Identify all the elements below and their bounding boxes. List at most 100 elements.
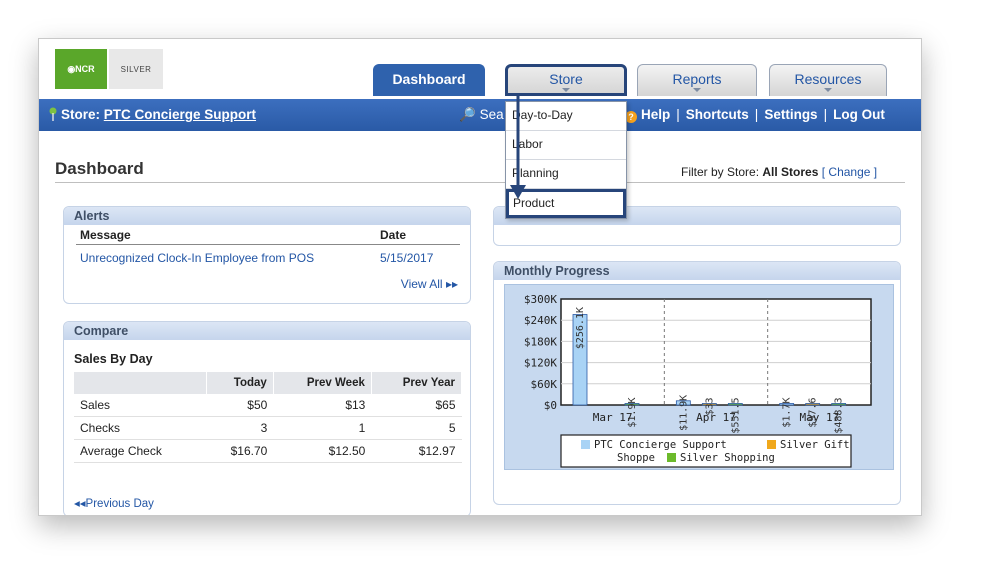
data-label: $551.5 [730, 398, 741, 434]
settings-link[interactable]: Settings [764, 107, 817, 122]
store-nav-bar: Store: PTC Concierge Support 🔎 Sea ? Help… [39, 99, 921, 131]
ncr-logo: ◉ NCR [55, 49, 107, 89]
y-tick-label: $60K [531, 378, 558, 391]
divider: | [676, 107, 680, 122]
store-name-link[interactable]: PTC Concierge Support [104, 107, 256, 122]
table-row: Checks 3 1 5 [74, 416, 462, 440]
monthly-progress-chart: $0$60K$120K$180K$240K$300KMar 17$256.1K$… [524, 293, 872, 468]
compare-header [74, 372, 207, 394]
logout-link[interactable]: Log Out [833, 107, 885, 122]
chevron-down-icon [693, 88, 701, 92]
alerts-table: Message Date Unrecognized Clock-In Emplo… [76, 225, 460, 271]
alerts-col-message: Message [76, 225, 376, 245]
alerts-title: Alerts [64, 207, 470, 225]
chevron-down-icon [824, 88, 832, 92]
alert-date: 5/15/2017 [380, 251, 434, 265]
cell: $65 [371, 394, 462, 417]
app-window: ◉ NCR SILVER Dashboard Store Reports Res… [38, 38, 922, 516]
row-label: Average Check [74, 439, 206, 463]
y-tick-label: $180K [524, 335, 557, 348]
compare-header-today: Today [206, 372, 274, 394]
compare-table: Today Prev Week Prev Year Sales $50 $13 … [74, 372, 463, 463]
data-label: $97.6 [808, 398, 819, 428]
ncr-logo-text: NCR [75, 64, 95, 74]
shortcuts-link[interactable]: Shortcuts [686, 107, 749, 122]
store-label: Store: PTC Concierge Support [61, 107, 256, 122]
compare-header-prev-year: Prev Year [371, 372, 463, 394]
previous-day-label: Previous Day [85, 498, 154, 510]
cell: 5 [371, 416, 462, 440]
top-links: ? Help | Shortcuts | Settings | Log Out [625, 107, 885, 123]
cell: 1 [273, 416, 372, 440]
row-label: Sales [74, 394, 206, 417]
legend-swatch [767, 440, 776, 449]
store-pin-icon [49, 107, 57, 121]
tab-dashboard[interactable]: Dashboard [373, 64, 485, 96]
divider: | [754, 107, 759, 122]
legend-label: Shoppe [617, 452, 655, 464]
compare-title: Compare [64, 322, 470, 340]
data-label: $1.9K [627, 398, 638, 428]
page-title: Dashboard [55, 159, 144, 178]
cell: $12.50 [273, 439, 372, 463]
cell: $50 [206, 394, 274, 417]
filter-change-link[interactable]: Change [828, 165, 870, 179]
alert-message-link[interactable]: Unrecognized Clock-In Employee from POS [76, 245, 376, 272]
compare-header-prev-week: Prev Week [273, 372, 372, 394]
monthly-progress-panel: Monthly Progress $0 $60K $120K $180K $240K $3… [493, 261, 901, 505]
legend-swatch [581, 440, 590, 449]
data-label: $1.7K [782, 398, 793, 428]
tab-store-label: Store [549, 71, 583, 87]
plot-area [560, 298, 872, 406]
brand-bar: ◉ NCR SILVER Dashboard Store Reports Res… [39, 39, 921, 96]
chart-background: $0 $60K $120K $180K $240K $300K Mar 17 $256.1K $… [504, 284, 894, 470]
alerts-panel: Alerts Message Date Unrecognized Clock-I… [63, 206, 471, 304]
silver-logo: SILVER [109, 49, 163, 89]
filter-value: All Stores [762, 165, 819, 179]
title-divider [55, 182, 905, 183]
cell: $12.97 [371, 439, 462, 463]
alerts-col-date: Date [376, 225, 460, 245]
store-filter: Filter by Store: All Stores [ Change ] [681, 165, 878, 179]
table-row: Average Check $16.70 $12.50 $12.97 [74, 439, 462, 463]
legend-label: Silver Gift [780, 439, 850, 451]
view-all-link[interactable]: View All ▸▸ [401, 277, 458, 291]
help-link[interactable]: Help [641, 107, 670, 122]
y-tick-label: $120K [524, 357, 557, 370]
tab-store[interactable]: Store [505, 64, 627, 96]
data-label: $11.9K [678, 395, 689, 431]
y-tick-label: $300K [524, 293, 557, 306]
previous-day-link[interactable]: ◂◂Previous Day [74, 496, 154, 510]
tab-reports-label: Reports [672, 71, 722, 87]
cell: $13 [273, 394, 372, 417]
y-tick-label: $0 [544, 399, 557, 412]
search-link[interactable]: 🔎 Sea [459, 107, 504, 123]
table-row: Sales $50 $13 $65 [74, 394, 462, 417]
tab-resources-label: Resources [794, 71, 862, 87]
row-label: Checks [74, 416, 206, 440]
table-row[interactable]: Unrecognized Clock-In Employee from POS … [76, 245, 460, 272]
data-label: $488.3 [834, 398, 845, 434]
cell: 3 [206, 416, 274, 440]
legend-swatch [667, 453, 676, 462]
tab-resources[interactable]: Resources [769, 64, 887, 96]
data-label: $256.1K [575, 307, 586, 349]
annotation-arrow-icon [510, 95, 526, 199]
tab-reports[interactable]: Reports [637, 64, 757, 96]
search-label: Sea [479, 107, 504, 122]
silver-logo-text: SILVER [120, 64, 152, 74]
store-prefix: Store: [61, 107, 101, 122]
compare-panel: Compare Sales By Day Today Prev Week Pre… [63, 321, 471, 515]
sales-by-day-title: Sales By Day [74, 352, 153, 366]
legend-label: PTC Concierge Support [594, 439, 727, 451]
data-label: $33 [704, 398, 715, 416]
monthly-progress-title: Monthly Progress [494, 262, 900, 280]
y-tick-label: $240K [524, 314, 557, 327]
tab-dashboard-label: Dashboard [392, 71, 466, 87]
chevron-down-icon [562, 88, 570, 92]
view-all-label: View All [400, 277, 443, 291]
cell: $16.70 [206, 439, 274, 463]
filter-label: Filter by Store: [681, 165, 760, 179]
divider: | [823, 107, 828, 122]
legend-label: Silver Shopping [680, 452, 775, 464]
